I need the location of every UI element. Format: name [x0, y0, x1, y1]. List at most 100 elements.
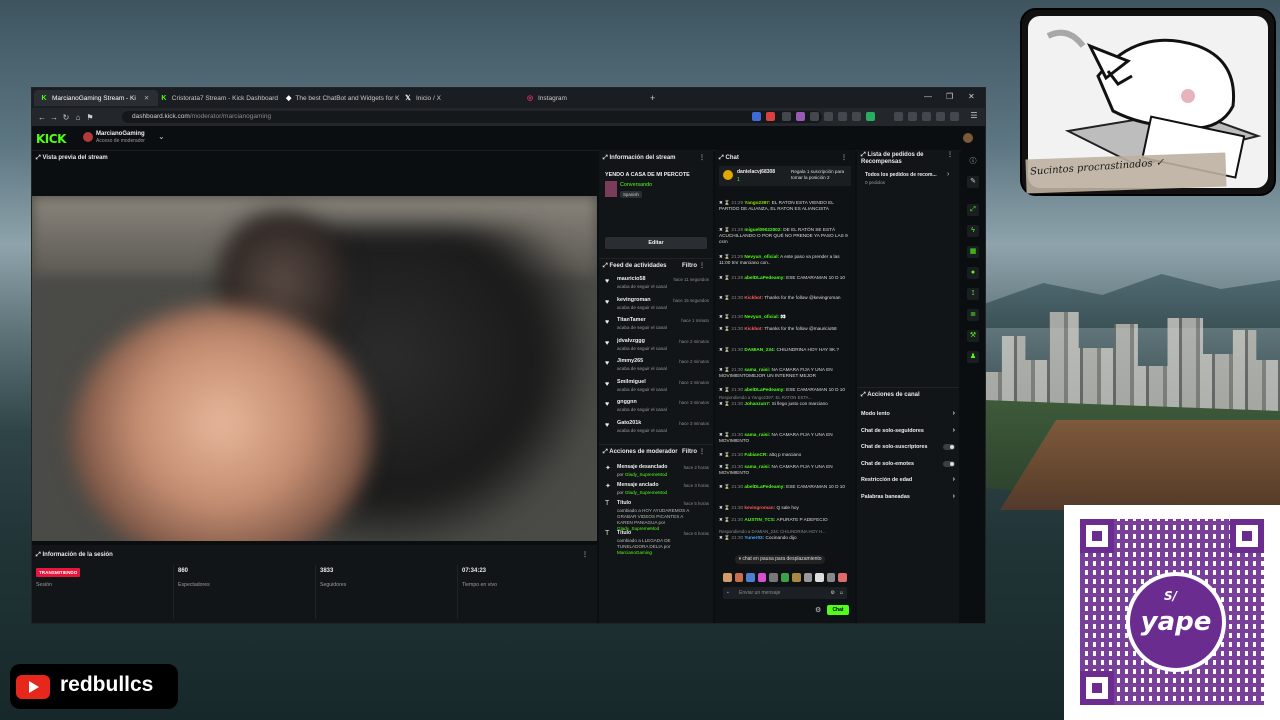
extension-icon[interactable]: [936, 112, 945, 121]
emote-icon[interactable]: [780, 573, 790, 582]
expand-icon[interactable]: ⤢: [603, 155, 608, 161]
chat-message[interactable]: ✖ ⌛ 21:29 miguel09022002: DE EL RATÓN SE…: [719, 227, 851, 245]
chat-input[interactable]: ▪ Enviar un mensaje ⚙ ☺: [723, 587, 847, 599]
rewards-filter[interactable]: Todos los pedidos de recom...: [865, 172, 937, 178]
list-item[interactable]: ♥ jdvalvzggg acaba de seguir el canal hace …: [603, 338, 709, 358]
extension-icon[interactable]: [838, 112, 847, 121]
mod-tools-icon[interactable]: ✖ ⌛: [719, 347, 731, 352]
channel-action-4[interactable]: Restricción de edad ›: [861, 473, 957, 487]
chat-username[interactable]: Nevyun_oficial:: [744, 314, 779, 319]
edit-button[interactable]: Editar: [605, 237, 707, 249]
pencil-icon[interactable]: ✎: [967, 176, 979, 188]
follower-name[interactable]: mauricio58: [617, 276, 645, 282]
mod-tools-icon[interactable]: ✖ ⌛: [719, 326, 731, 331]
more-icon[interactable]: ⋮: [841, 152, 847, 164]
list-item[interactable]: ♥ mauricio58 acaba de seguir el canal hace …: [603, 276, 709, 296]
extension-icon[interactable]: [782, 112, 791, 121]
extension-icon[interactable]: [810, 112, 819, 121]
bookmark-icon[interactable]: ⚑: [84, 113, 96, 122]
follower-name[interactable]: jdvalvzggg: [617, 338, 645, 344]
chat-message[interactable]: ✖ ⌛ 21:30 AUSTIN_TCS: APURATE P ADEFECIO: [719, 517, 851, 523]
chat-message[interactable]: ✖ ⌛ 21:30 Kickbot: Thanks for the follow…: [719, 295, 851, 301]
extension-icon[interactable]: [852, 112, 861, 121]
extension-icon[interactable]: [922, 112, 931, 121]
settings-icon[interactable]: ⚙: [815, 606, 821, 614]
follower-name[interactable]: kevingroman: [617, 297, 651, 303]
channel-action-3[interactable]: Chat de solo-emotes: [861, 457, 957, 471]
mod-tools-icon[interactable]: ✖ ⌛: [719, 432, 731, 437]
maximize-icon[interactable]: ❐: [946, 92, 953, 101]
chat-username[interactable]: Kickbot:: [744, 326, 763, 331]
expand-icon[interactable]: ⤢: [36, 155, 41, 161]
extension-icon[interactable]: [752, 112, 761, 121]
close-window-icon[interactable]: ✕: [968, 92, 975, 101]
more-icon[interactable]: ⋮: [947, 152, 953, 159]
user-plus-icon[interactable]: ♟: [967, 351, 979, 363]
command-icon[interactable]: ▪: [727, 587, 729, 599]
pinned-gift-banner[interactable]: danielacvj68308 1 Regala 1 suscripción p…: [719, 166, 851, 186]
extension-icon[interactable]: [908, 112, 917, 121]
mod-tools-icon[interactable]: ✖ ⌛: [719, 254, 731, 259]
chat-username[interactable]: Nevyun_oficial:: [744, 254, 779, 259]
chat-bubble-icon[interactable]: ●: [967, 267, 979, 279]
follower-name[interactable]: gnggnn: [617, 399, 637, 405]
channel-action-1[interactable]: Chat de solo-seguidores ›: [861, 424, 957, 438]
stream-preview[interactable]: [32, 196, 597, 541]
chat-message[interactable]: ✖ ⌛ 21:30 sama_raisi: NA CAMARA FIJA Y U…: [719, 464, 851, 476]
moderator-name[interactable]: Glady_SupremeMod: [625, 490, 667, 495]
mod-tools-icon[interactable]: ✖ ⌛: [719, 505, 731, 510]
emote-icon[interactable]: [757, 573, 767, 582]
mod-tools-icon[interactable]: ✖ ⌛: [719, 200, 731, 205]
chat-username[interactable]: miguel09022002:: [744, 227, 782, 232]
chat-username[interactable]: AUSTIN_TCS:: [744, 517, 775, 522]
chevron-right-icon[interactable]: ›: [953, 407, 955, 421]
list-item[interactable]: ♥ gnggnn acaba de seguir el canal hace 3 mi…: [603, 399, 709, 419]
chat-paused-indicator[interactable]: ⏸ chat en pausa para desplazamiento: [735, 555, 825, 564]
chat-message[interactable]: ✖ ⌛ 21:30 abelDLaPedeamy: ESE CAMARAMAN …: [719, 484, 851, 490]
user-avatar[interactable]: [963, 133, 973, 143]
toggle-switch[interactable]: [943, 444, 955, 451]
tab-instagram[interactable]: ◎ Instagram: [520, 90, 632, 106]
chat-message[interactable]: ✖ ⌛ 21:30 sama_raisi: NA CAMARA FIJA Y U…: [719, 367, 851, 379]
layers-icon[interactable]: ≣: [967, 309, 979, 321]
bot-icon[interactable]: ⚙: [831, 587, 835, 599]
chat-message[interactable]: Respondiendo a Yango2397: EL RATON ESTA.…: [719, 395, 851, 407]
emoji-icon[interactable]: ☺: [839, 587, 844, 599]
list-item[interactable]: ♥ Jimmy265 acaba de seguir el canal hace 2 …: [603, 358, 709, 378]
mod-tools-icon[interactable]: ✖ ⌛: [719, 517, 731, 522]
chevron-right-icon[interactable]: ›: [953, 473, 955, 487]
mod-tools-icon[interactable]: ✖ ⌛: [719, 387, 731, 392]
mod-tools-icon[interactable]: ✖ ⌛: [719, 295, 731, 300]
mod-tools-icon[interactable]: ✖ ⌛: [719, 367, 731, 372]
expand-icon[interactable]: ⤢: [967, 204, 979, 216]
chat-username[interactable]: DAMIAN_234:: [744, 347, 775, 352]
extension-icon[interactable]: [950, 112, 959, 121]
back-icon[interactable]: ←: [36, 113, 48, 122]
mod-tools-icon[interactable]: ✖ ⌛: [719, 452, 731, 457]
chat-message[interactable]: ✖ ⌛ 21:30 Nevyun_oficial: 👀: [719, 314, 851, 320]
emote-icon[interactable]: [723, 573, 732, 582]
chat-message[interactable]: ✖ ⌛ 21:29 abelDLaPedeamy: ESE CAMARAMAN …: [719, 275, 851, 281]
emote-icon[interactable]: [826, 573, 836, 582]
home-icon[interactable]: ⌂: [72, 113, 84, 122]
mod-tools-icon[interactable]: ✖ ⌛: [719, 484, 731, 489]
more-icon[interactable]: ⋮: [699, 152, 705, 164]
chat-message[interactable]: Respondiendo a DAMIAN_234: CHILINDRINA H…: [719, 529, 851, 541]
channel-action-2[interactable]: Chat de solo-suscriptores: [861, 440, 957, 454]
trash-icon[interactable]: ▦: [967, 246, 979, 258]
menu-icon[interactable]: ☰: [968, 111, 980, 120]
chevron-right-icon[interactable]: ›: [947, 171, 949, 178]
chat-message[interactable]: ✖ ⌛ 21:30 Kickbot: Thanks for the follow…: [719, 326, 851, 332]
channel-action-5[interactable]: Palabras baneadas ›: [861, 490, 957, 504]
tab-cristorata[interactable]: K Cristorata7 Stream - Kick Dashboard: [154, 90, 284, 106]
wrench-icon[interactable]: ⚒: [967, 330, 979, 342]
tab-x[interactable]: 𝕏 Inicio / X: [398, 90, 510, 106]
chat-username[interactable]: abelDLaPedeamy:: [744, 484, 784, 489]
filter-button[interactable]: Filtro: [682, 446, 697, 458]
expand-icon[interactable]: ⤢: [36, 552, 41, 558]
chat-message[interactable]: ✖ ⌛ 21:29 Nevyun_oficial: A este paso va…: [719, 254, 851, 266]
minimize-icon[interactable]: —: [924, 92, 932, 101]
kick-logo[interactable]: KICK: [36, 132, 66, 146]
follower-name[interactable]: Gato201k: [617, 420, 641, 426]
info-icon[interactable]: ⓘ: [967, 156, 979, 168]
